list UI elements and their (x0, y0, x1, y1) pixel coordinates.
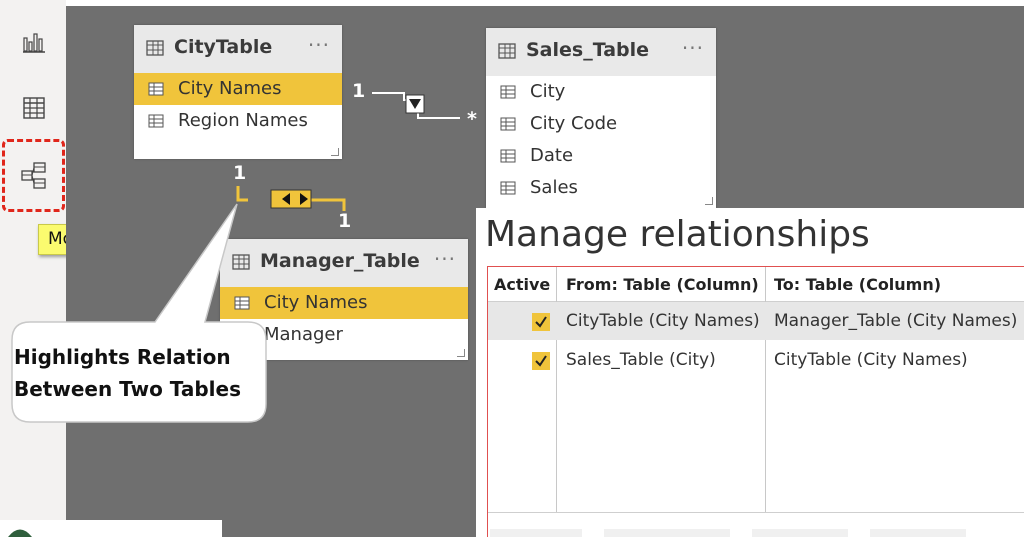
dialog-title: Manage relationships (485, 214, 870, 255)
column-header-to[interactable]: To: Table (Column) (774, 275, 941, 294)
from-cell: CityTable (City Names) (566, 311, 760, 331)
active-checkbox[interactable] (532, 352, 550, 370)
logo-icon (8, 529, 32, 537)
active-checkbox[interactable] (532, 313, 550, 331)
logo-strip (0, 520, 222, 537)
callout-text: Highlights Relation Between Two Tables (14, 341, 241, 405)
relationships-grid: Active From: Table (Column) To: Table (C… (487, 266, 1024, 537)
from-cell: Sales_Table (City) (566, 350, 716, 370)
grid-header-row: Active From: Table (Column) To: Table (C… (488, 267, 1024, 302)
dialog-button[interactable] (752, 529, 848, 537)
dialog-button[interactable] (604, 529, 730, 537)
column-header-from[interactable]: From: Table (Column) (566, 275, 759, 294)
relationship-row[interactable]: Sales_Table (City) CityTable (City Names… (488, 341, 1024, 379)
callout-line-2: Between Two Tables (14, 377, 242, 401)
grid-bottom-border (488, 512, 1024, 513)
dialog-button[interactable] (490, 529, 582, 537)
checkmark-icon (535, 316, 547, 328)
relationship-row[interactable]: CityTable (City Names) Manager_Table (Ci… (488, 302, 1024, 340)
manage-relationships-dialog: Manage relationships Active From: Table … (476, 208, 1024, 537)
to-cell: Manager_Table (City Names) (774, 311, 1018, 331)
column-header-active[interactable]: Active (494, 275, 550, 294)
checkmark-icon (535, 355, 547, 367)
to-cell: CityTable (City Names) (774, 350, 968, 370)
callout-line-1: Highlights Relation (14, 345, 231, 369)
dialog-button[interactable] (870, 529, 966, 537)
